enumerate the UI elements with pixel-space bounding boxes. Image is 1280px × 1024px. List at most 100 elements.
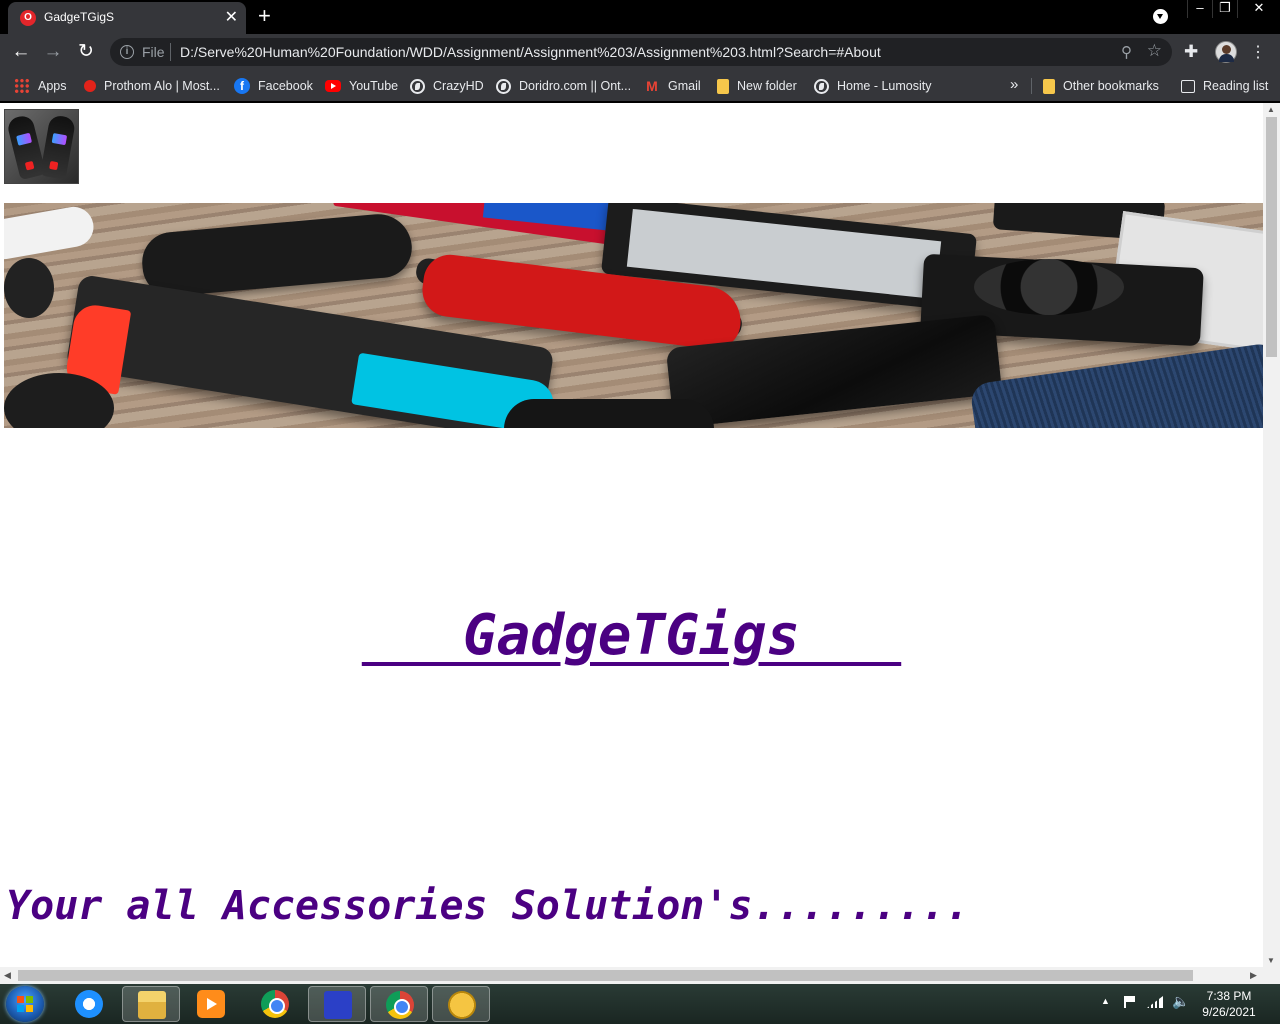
bookmark-youtube[interactable]: YouTube <box>325 77 398 95</box>
folder-icon <box>1043 78 1055 94</box>
network-signal-icon[interactable] <box>1147 996 1163 1008</box>
clock-time: 7:38 PM <box>1206 989 1252 1003</box>
bookmark-new-folder[interactable]: New folder <box>717 77 797 95</box>
facebook-icon: f <box>234 78 250 94</box>
extensions-icon[interactable]: ✚ <box>1184 42 1198 62</box>
bookmark-star-icon[interactable]: ☆ <box>1147 41 1162 61</box>
taskbar-file-explorer[interactable] <box>122 986 180 1022</box>
globe-icon <box>814 78 829 94</box>
bookmark-label: Facebook <box>258 79 313 93</box>
globe-icon <box>410 78 425 94</box>
glove-shape <box>39 114 77 180</box>
taskbar-internet-explorer[interactable] <box>60 986 118 1022</box>
banner-shape <box>4 203 97 263</box>
reload-button[interactable]: ↻ <box>73 40 99 64</box>
vertical-scroll-thumb[interactable] <box>1266 117 1277 357</box>
volume-icon[interactable]: 🔈 <box>1172 993 1189 1010</box>
tab-active[interactable]: O GadgeTGigS ✕ <box>8 2 246 34</box>
profile-avatar[interactable] <box>1215 41 1237 63</box>
internet-explorer-icon <box>75 990 103 1018</box>
bookmark-label: Doridro.com || Ont... <box>519 79 632 93</box>
forward-button[interactable]: → <box>40 40 66 64</box>
info-icon[interactable]: i <box>120 45 134 59</box>
bookmark-other[interactable]: Other bookmarks <box>1043 77 1159 95</box>
logo-gloves-image <box>4 109 79 184</box>
zoom-icon[interactable]: ⚲ <box>1121 43 1132 61</box>
close-window-button[interactable]: ✕ <box>1237 0 1280 18</box>
bookmark-prothom-alo[interactable]: Prothom Alo | Most... <box>82 77 220 95</box>
new-tab-button[interactable]: + <box>258 3 271 29</box>
bookmark-label: Other bookmarks <box>1063 79 1159 93</box>
taskbar-web[interactable] <box>432 986 490 1022</box>
site-title-link[interactable]: GadgeTGigs <box>0 603 1263 668</box>
taskbar-game[interactable] <box>308 986 366 1022</box>
bookmark-label: New folder <box>737 79 797 93</box>
windows-taskbar: ▲ 🔈 7:38 PM 9/26/2021 <box>0 984 1280 1024</box>
bookmarks-bar: Apps Prothom Alo | Most... f Facebook You… <box>0 70 1280 102</box>
youtube-icon <box>325 80 341 92</box>
bookmark-label: Home - Lumosity <box>837 79 932 93</box>
file-explorer-icon <box>138 991 166 1019</box>
vertical-scrollbar[interactable]: ▲ ▼ <box>1263 103 1280 967</box>
tray-show-hidden-icon[interactable]: ▲ <box>1101 996 1110 1006</box>
restore-button[interactable]: ❐ <box>1212 0 1237 18</box>
url-text[interactable]: D:/Serve%20Human%20Foundation/WDD/Assign… <box>180 44 881 60</box>
bookmarks-overflow-icon[interactable]: » <box>1010 76 1018 93</box>
reading-list-icon <box>1181 79 1195 93</box>
horizontal-scrollbar[interactable]: ◀ ▶ <box>0 967 1280 984</box>
browser-toolbar: ← → ↻ i File D:/Serve%20Human%20Foundati… <box>0 34 1280 70</box>
bookmark-label: Gmail <box>668 79 701 93</box>
game-icon <box>324 991 352 1019</box>
bookmark-apps[interactable]: Apps <box>14 77 67 95</box>
start-button[interactable] <box>6 986 44 1022</box>
media-player-icon <box>197 990 225 1018</box>
chrome-profile-icon <box>386 991 414 1019</box>
tab-close-icon[interactable]: ✕ <box>225 7 238 27</box>
banner-shape <box>139 211 415 299</box>
tab-search-icon[interactable] <box>1153 9 1168 24</box>
page-viewport: GadgeTGigs Your all Accessories Solution… <box>0 103 1263 967</box>
bookmark-label: CrazyHD <box>433 79 484 93</box>
reading-list-button[interactable]: Reading list <box>1181 77 1268 95</box>
scheme-label: File <box>142 44 165 60</box>
bookmark-crazyhd[interactable]: CrazyHD <box>410 77 484 95</box>
globe-icon <box>496 78 511 94</box>
tab-favicon-icon: O <box>20 10 36 26</box>
scroll-down-icon[interactable]: ▼ <box>1267 956 1275 965</box>
gadgets-banner-image <box>4 203 1263 428</box>
prothom-alo-icon <box>84 80 96 92</box>
taskbar-chrome-profile[interactable] <box>370 986 428 1022</box>
banner-shape <box>504 399 714 428</box>
horizontal-scroll-thumb[interactable] <box>18 970 1193 981</box>
taskbar-chrome[interactable] <box>246 986 304 1022</box>
window-controls: – ❐ ✕ <box>1187 0 1280 18</box>
bookmark-lumosity[interactable]: Home - Lumosity <box>814 77 931 95</box>
taskbar-media-player[interactable] <box>182 986 240 1022</box>
bookmark-label: YouTube <box>349 79 399 93</box>
bookmark-doridro[interactable]: Doridro.com || Ont... <box>496 77 631 95</box>
banner-shape <box>4 258 54 318</box>
url-divider <box>170 43 171 61</box>
bookmark-label: Reading list <box>1203 79 1269 93</box>
bookmark-gmail[interactable]: M Gmail <box>644 77 701 95</box>
bookmark-facebook[interactable]: f Facebook <box>234 77 313 95</box>
bookmark-label: Apps <box>38 79 67 93</box>
chrome-icon <box>261 990 289 1018</box>
menu-kebab-icon[interactable]: ⋮ <box>1250 42 1266 62</box>
tab-title: GadgeTGigS <box>44 10 115 24</box>
apps-grid-icon <box>14 78 30 94</box>
clock-date: 9/26/2021 <box>1202 1005 1256 1019</box>
bookmark-label: Prothom Alo | Most... <box>104 79 220 93</box>
gmail-icon: M <box>646 78 658 94</box>
system-clock[interactable]: 7:38 PM 9/26/2021 <box>1196 988 1262 1020</box>
scroll-left-icon[interactable]: ◀ <box>4 970 11 981</box>
action-center-flag-icon[interactable] <box>1124 996 1136 1008</box>
tagline-heading: Your all Accessories Solution's......... <box>6 883 970 929</box>
scroll-up-icon[interactable]: ▲ <box>1267 105 1275 114</box>
back-button[interactable]: ← <box>8 40 34 64</box>
minimize-button[interactable]: – <box>1187 0 1212 18</box>
address-bar[interactable]: i File D:/Serve%20Human%20Foundation/WDD… <box>110 38 1172 66</box>
banner-shape <box>969 341 1263 428</box>
folder-icon <box>717 78 729 94</box>
scroll-right-icon[interactable]: ▶ <box>1250 970 1257 981</box>
